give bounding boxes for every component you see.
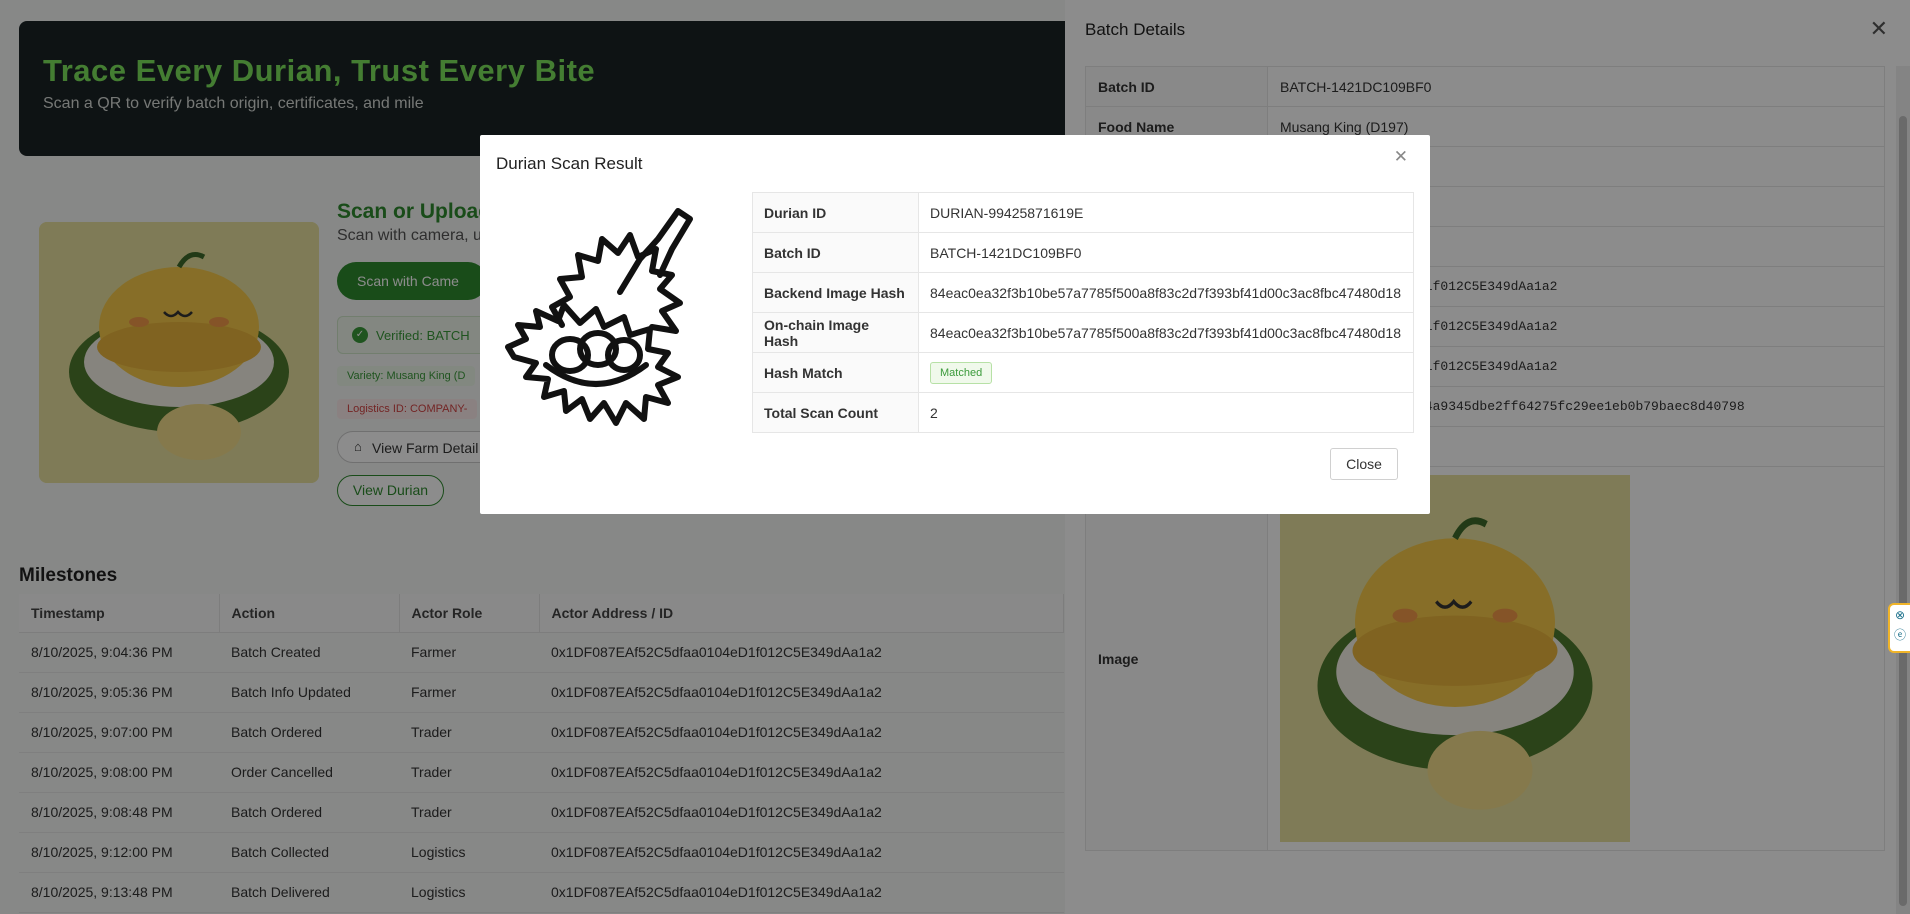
result-key: Batch ID bbox=[752, 232, 919, 273]
side-widget[interactable]: ⊗ ⓔ bbox=[1888, 603, 1910, 653]
backend-hash-value: 84eac0ea32f3b10be57a7785f500a8f83c2d7f39… bbox=[918, 272, 1414, 313]
table-row: On-chain Image Hash 84eac0ea32f3b10be57a7… bbox=[752, 312, 1414, 353]
table-row: Backend Image Hash 84eac0ea32f3b10be57a77… bbox=[752, 272, 1414, 313]
durian-scan-result-modal: Durian Scan Result ✕ Durian ID DURIAN-994… bbox=[480, 135, 1430, 514]
table-row: Batch ID BATCH-1421DC109BF0 bbox=[752, 232, 1414, 273]
result-key: Hash Match bbox=[752, 352, 919, 393]
result-key: On-chain Image Hash bbox=[752, 312, 919, 353]
extension-icon[interactable]: ⓔ bbox=[1890, 625, 1910, 645]
result-key: Backend Image Hash bbox=[752, 272, 919, 313]
status-badge: Matched bbox=[930, 361, 993, 384]
close-button[interactable]: Close bbox=[1330, 448, 1398, 480]
durian-id-value: DURIAN-99425871619E bbox=[918, 192, 1414, 233]
batch-id-value: BATCH-1421DC109BF0 bbox=[918, 232, 1414, 273]
result-key: Total Scan Count bbox=[752, 392, 919, 433]
close-circle-icon[interactable]: ⊗ bbox=[1890, 605, 1910, 625]
durian-line-icon bbox=[500, 197, 728, 427]
hash-match-cell: Matched bbox=[918, 352, 1414, 393]
close-icon[interactable]: ✕ bbox=[1394, 147, 1408, 167]
scan-result-table: Durian ID DURIAN-99425871619E Batch ID BAT… bbox=[752, 192, 1414, 433]
result-key: Durian ID bbox=[752, 192, 919, 233]
scan-count-value: 2 bbox=[918, 392, 1414, 433]
table-row: Durian ID DURIAN-99425871619E bbox=[752, 192, 1414, 233]
modal-title: Durian Scan Result bbox=[496, 154, 643, 173]
table-row: Hash Match Matched bbox=[752, 352, 1414, 393]
table-row: Total Scan Count 2 bbox=[752, 392, 1414, 433]
onchain-hash-value: 84eac0ea32f3b10be57a7785f500a8f83c2d7f39… bbox=[918, 312, 1414, 353]
